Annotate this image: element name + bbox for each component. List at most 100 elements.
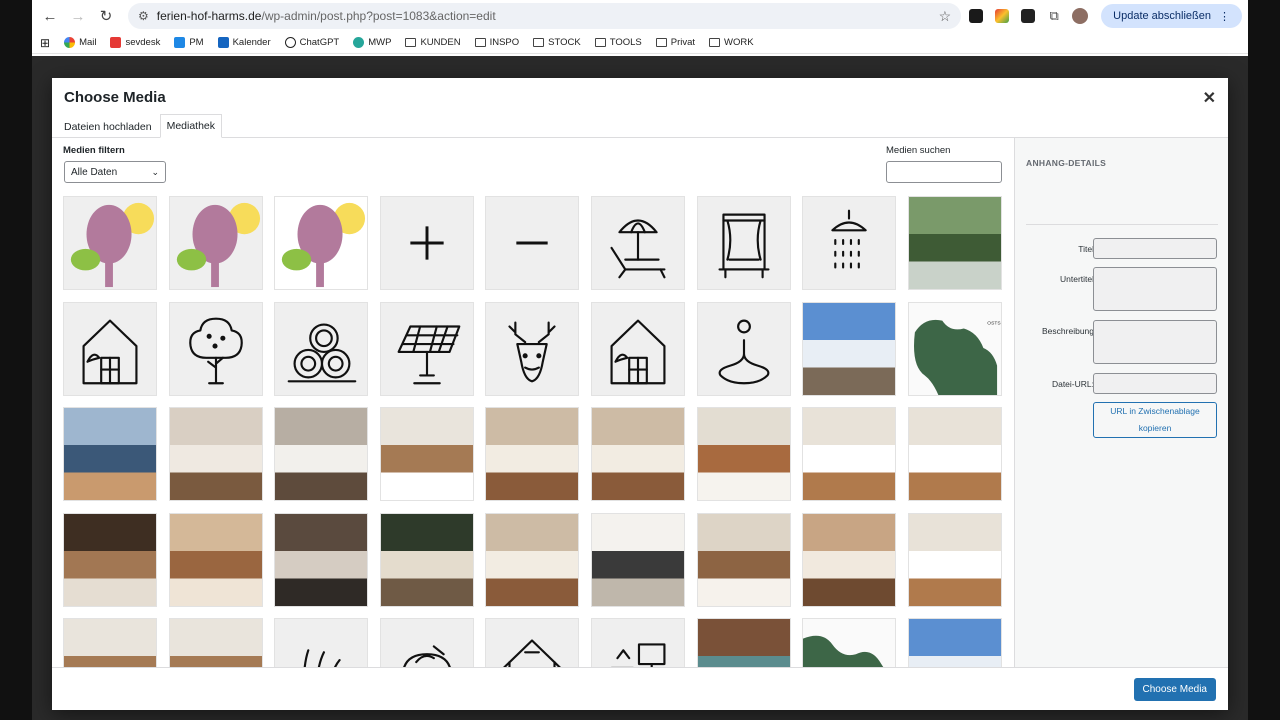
folder-icon: [655, 38, 667, 47]
media-item-photo-bedroom-attic[interactable]: [907, 512, 1002, 607]
extension-icon[interactable]: [991, 5, 1013, 27]
media-item-photo-stairs[interactable]: [63, 512, 157, 607]
close-icon[interactable]: ✕: [1203, 88, 1216, 108]
choose-media-button[interactable]: Choose Media: [1133, 678, 1216, 701]
modal-title: Choose Media: [64, 88, 166, 106]
sidebar-title: ANHANG-DETAILS: [1026, 158, 1107, 168]
media-item-photo-living-room[interactable]: [485, 512, 580, 607]
media-item-map-ostsee[interactable]: [802, 618, 897, 667]
bookmark-sevdesk[interactable]: sevdesk: [110, 37, 160, 48]
date-filter-select[interactable]: Alle Daten ⌄: [64, 161, 166, 183]
media-item-photo-house-garden[interactable]: [907, 196, 1002, 290]
media-item-photo-bedroom[interactable]: [63, 618, 157, 667]
media-item-photo-bedroom-attic[interactable]: [802, 407, 897, 501]
bookmark-mail[interactable]: Mail: [64, 37, 96, 48]
bookmark-kunden[interactable]: KUNDEN: [405, 37, 461, 48]
media-item-workspace-icon[interactable]: [590, 618, 685, 667]
tab-upload[interactable]: Dateien hochladen: [64, 117, 152, 137]
address-bar[interactable]: ⚙ ferien-hof-harms.de/wp-admin/post.php?…: [128, 3, 962, 29]
update-button[interactable]: Update abschließen ⋮: [1101, 4, 1242, 28]
media-item-photo-bedroom[interactable]: [379, 407, 474, 501]
media-item-photo-attic-living[interactable]: [802, 512, 897, 607]
bookmark-inspo[interactable]: INSPO: [474, 37, 519, 48]
media-item-photo-living-room[interactable]: [485, 407, 580, 501]
media-item-photo-bedroom-attic[interactable]: [907, 407, 1002, 501]
apps-grid-icon[interactable]: ⊞: [40, 36, 50, 50]
subtitle-field[interactable]: [1093, 267, 1217, 311]
media-item-photo-sofa-dark[interactable]: [274, 512, 369, 607]
media-item-hay-bales-icon[interactable]: [274, 301, 369, 396]
back-icon[interactable]: ←: [38, 4, 62, 28]
media-browser: Medien filtern Alle Daten ⌄ Medien suchen…: [52, 138, 1014, 667]
reload-icon[interactable]: ↻: [94, 4, 118, 28]
media-item-photo-dining[interactable]: [168, 512, 263, 607]
bookmark-label: ChatGPT: [299, 37, 340, 48]
media-item-eco-house-icon[interactable]: [63, 301, 157, 396]
media-item-photo-cruise-ship[interactable]: [63, 407, 157, 501]
extensions-puzzle-icon[interactable]: ⧉: [1043, 5, 1065, 27]
site-settings-icon[interactable]: ⚙: [138, 9, 149, 23]
title-field[interactable]: [1093, 238, 1217, 259]
media-item-tree-icon-pink[interactable]: [63, 196, 157, 290]
attachment-details-sidebar: ANHANG-DETAILS Titel Untertitel Beschrei…: [1014, 138, 1228, 667]
media-item-map-island[interactable]: OSTSEE: [907, 301, 1002, 396]
description-field[interactable]: [1093, 320, 1217, 364]
profile-avatar[interactable]: [1069, 5, 1091, 27]
subtitle-label: Untertitel: [1059, 274, 1094, 284]
media-item-beach-chair-icon[interactable]: [590, 196, 685, 290]
forward-icon[interactable]: →: [66, 4, 90, 28]
url-path: /wp-admin/post.php?post=1083&action=edit: [261, 9, 496, 23]
extension-icon[interactable]: [965, 5, 987, 27]
media-item-grass-icon[interactable]: [274, 618, 369, 667]
more-icon[interactable]: ⋮: [1219, 10, 1230, 23]
media-item-bowl-icon[interactable]: [379, 618, 474, 667]
media-item-plus-icon[interactable]: [379, 196, 474, 290]
browser-window: ← → ↻ ⚙ ferien-hof-harms.de/wp-admin/pos…: [32, 0, 1248, 720]
bookmark-label: WORK: [724, 37, 754, 48]
search-label: Medien suchen: [886, 145, 951, 156]
media-item-photo-kitchen-dining[interactable]: [696, 407, 791, 501]
media-item-deer-icon[interactable]: [485, 301, 580, 396]
bookmark-stock[interactable]: STOCK: [533, 37, 581, 48]
media-item-photo-kitchen-white[interactable]: [590, 512, 685, 607]
tab-media-library[interactable]: Mediathek: [159, 114, 223, 138]
file-url-field[interactable]: [1093, 373, 1217, 394]
copy-url-button[interactable]: URL in Zwischenablage kopieren: [1093, 402, 1217, 438]
media-item-photo-armchair[interactable]: [379, 512, 474, 607]
media-search-input[interactable]: [886, 161, 1002, 183]
bookmark-pm[interactable]: PM: [174, 37, 204, 48]
modal-footer: Choose Media: [52, 667, 1228, 710]
media-item-window-icon[interactable]: [696, 196, 791, 290]
description-label: Beschreibung: [1042, 326, 1094, 336]
media-item-photo-living-room[interactable]: [590, 407, 685, 501]
filter-label: Medien filtern: [63, 145, 125, 156]
media-item-tree-icon-pink[interactable]: [168, 196, 263, 290]
media-item-eco-house-icon[interactable]: [590, 301, 685, 396]
media-item-shower-icon[interactable]: [802, 196, 897, 290]
bookmark-star-icon[interactable]: ☆: [939, 8, 952, 25]
bookmark-privat[interactable]: Privat: [655, 37, 695, 48]
bookmark-kalender[interactable]: Kalender: [217, 37, 271, 48]
google-icon: [64, 37, 76, 48]
folder-icon: [594, 38, 606, 47]
media-item-photo-woman-deck[interactable]: [696, 618, 791, 667]
media-item-photo-kitchen[interactable]: [274, 407, 369, 501]
media-item-solar-panel-icon[interactable]: [379, 301, 474, 396]
media-item-minus-icon[interactable]: [485, 196, 580, 290]
media-item-photo-snow-house[interactable]: [907, 618, 1002, 667]
bookmark-mwp[interactable]: MWP: [353, 37, 391, 48]
media-item-photo-snow-house[interactable]: [802, 301, 897, 396]
media-item-tree-icon[interactable]: [168, 301, 263, 396]
media-item-house-icon[interactable]: [485, 618, 580, 667]
extension-icon[interactable]: [1017, 5, 1039, 27]
media-item-water-drop-icon[interactable]: [696, 301, 791, 396]
media-item-photo-bedroom[interactable]: [168, 618, 263, 667]
bookmark-work[interactable]: WORK: [709, 37, 754, 48]
bookmark-tools[interactable]: TOOLS: [594, 37, 642, 48]
media-item-tree-icon-pink-white[interactable]: [274, 196, 369, 290]
browser-toolbar: ← → ↻ ⚙ ferien-hof-harms.de/wp-admin/pos…: [32, 0, 1248, 32]
media-item-photo-living-kitchen[interactable]: [696, 512, 791, 607]
update-label: Update abschließen: [1113, 10, 1211, 22]
media-item-photo-sofa[interactable]: [168, 407, 263, 501]
bookmark-chatgpt[interactable]: ChatGPT: [284, 37, 340, 48]
